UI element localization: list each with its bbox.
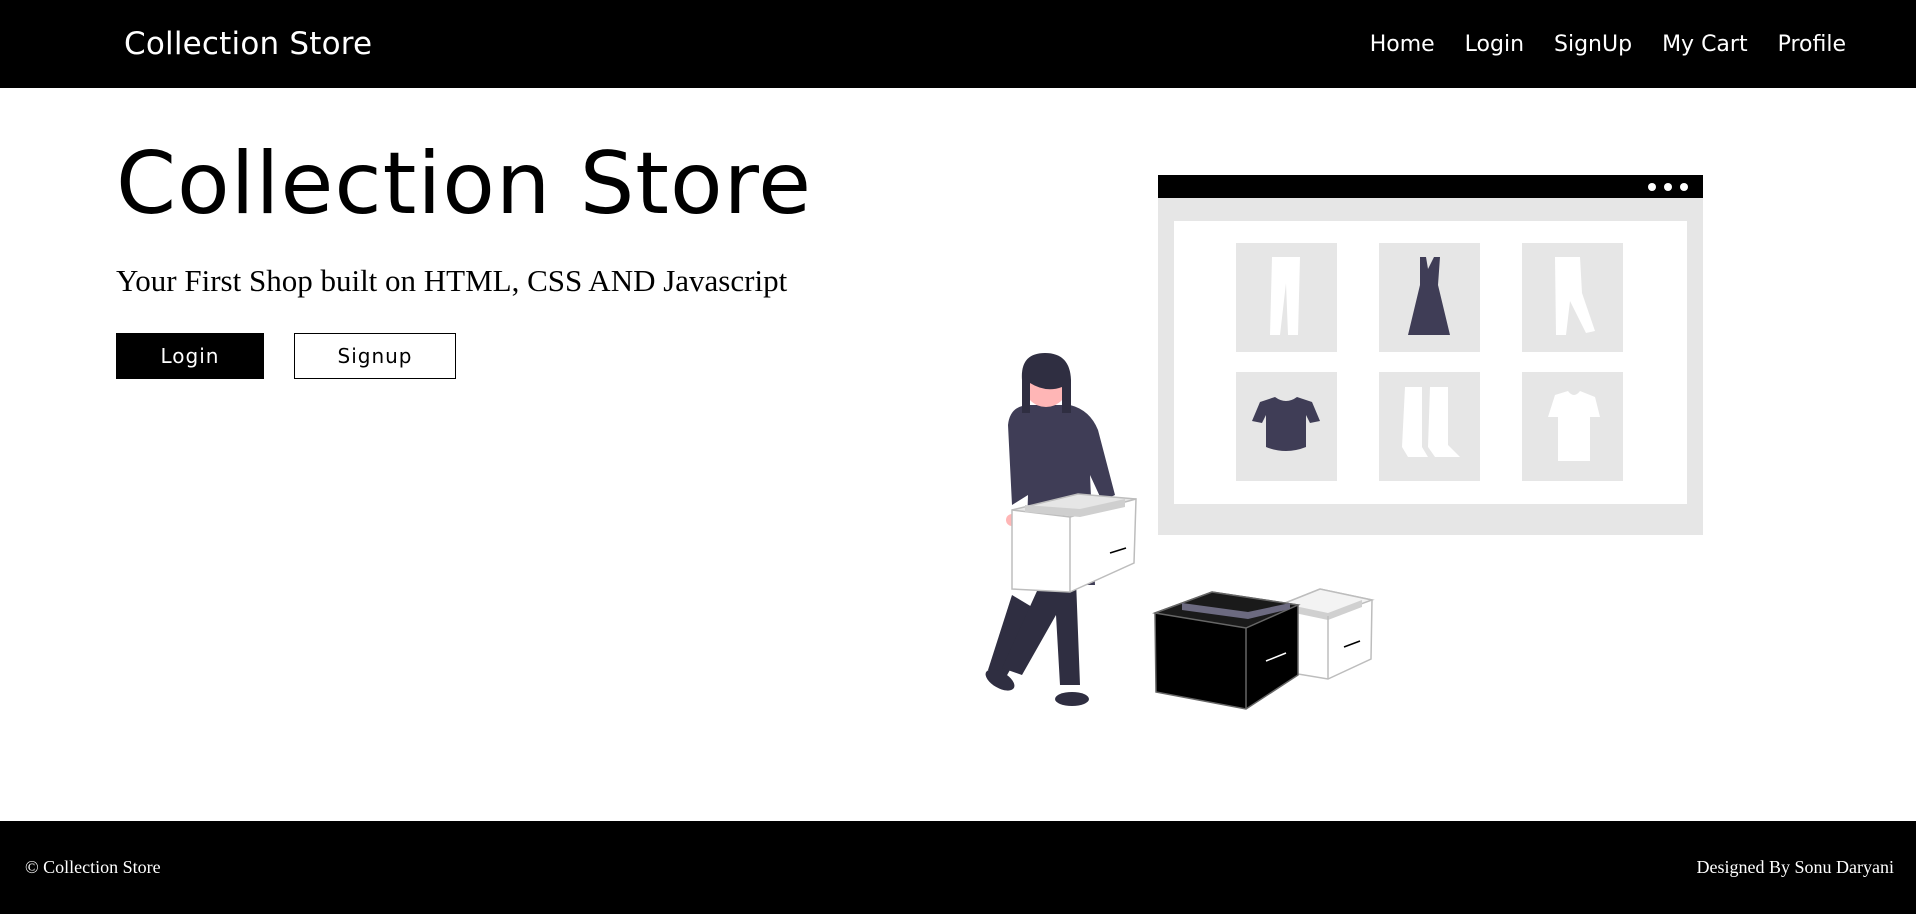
browser-window-graphic bbox=[1158, 175, 1703, 535]
nav-link-home[interactable]: Home bbox=[1370, 32, 1435, 57]
footer: © Collection Store Designed By Sonu Dary… bbox=[0, 821, 1916, 914]
nav-links: Home Login SignUp My Cart Profile bbox=[1370, 32, 1846, 57]
carried-box-graphic bbox=[1011, 493, 1137, 593]
hero-signup-button[interactable]: Signup bbox=[294, 333, 456, 379]
hero-login-button[interactable]: Login bbox=[116, 333, 264, 379]
brand-logo-text[interactable]: Collection Store bbox=[124, 26, 372, 62]
shopping-illustration bbox=[985, 175, 1703, 710]
hero-subtitle: Your First Shop built on HTML, CSS AND J… bbox=[116, 263, 788, 298]
nav-link-login[interactable]: Login bbox=[1465, 32, 1524, 57]
nav-link-profile[interactable]: Profile bbox=[1778, 32, 1846, 57]
footer-credit: Designed By Sonu Daryani bbox=[1696, 857, 1894, 877]
footer-copyright: © Collection Store bbox=[25, 857, 161, 877]
nav-link-my-cart[interactable]: My Cart bbox=[1662, 32, 1748, 57]
nav-link-signup[interactable]: SignUp bbox=[1554, 32, 1632, 57]
hero-title: Collection Store bbox=[116, 134, 813, 234]
navbar: Collection Store Home Login SignUp My Ca… bbox=[0, 0, 1916, 88]
black-box-graphic bbox=[1152, 591, 1301, 710]
